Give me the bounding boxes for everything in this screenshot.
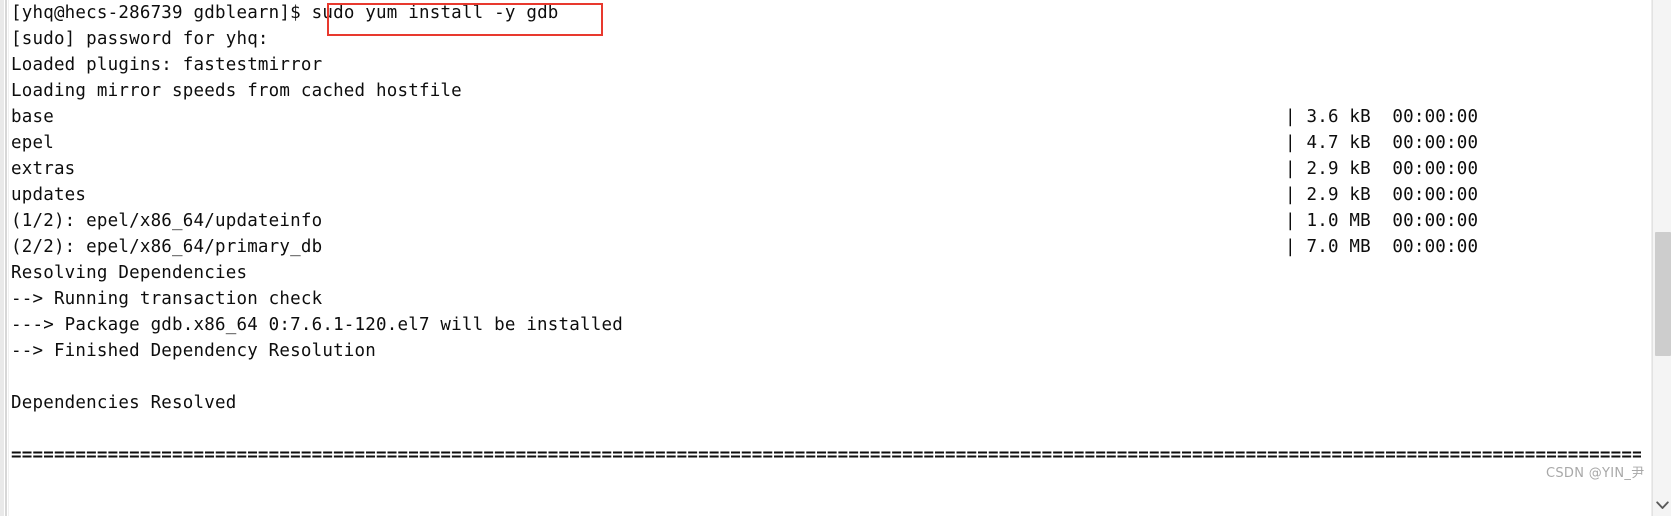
output-line-meta: | 3.6 kB 00:00:00 — [1285, 107, 1479, 127]
output-line-blank — [11, 416, 1641, 442]
chevron-down-icon — [1656, 500, 1669, 510]
terminal-screenshot: [yhq@hecs-286739 gdblearn]$ sudo yum ins… — [0, 0, 1671, 516]
output-line-text: epel — [11, 133, 54, 153]
output-line: ---> Package gdb.x86_64 0:7.6.1-120.el7 … — [11, 312, 1641, 338]
typed-command: sudo yum install -y gdb — [311, 3, 559, 23]
scrollbar-thumb[interactable] — [1655, 232, 1671, 356]
output-line: (1/2): epel/x86_64/updateinfo | 1.0 MB 0… — [11, 208, 1641, 234]
output-line-text: Dependencies Resolved — [11, 393, 237, 413]
output-line: --> Running transaction check — [11, 286, 1641, 312]
left-gutter-inner — [5, 0, 7, 516]
prompt-and-command: [yhq@hecs-286739 gdblearn]$ sudo yum ins… — [11, 0, 559, 26]
output-line-meta: | 1.0 MB 00:00:00 — [1285, 211, 1479, 231]
output-line-text: --> Finished Dependency Resolution — [11, 341, 377, 361]
output-line-meta: | 2.9 kB 00:00:00 — [1285, 159, 1479, 179]
output-line-text: base — [11, 107, 54, 127]
output-line: (2/2): epel/x86_64/primary_db | 7.0 MB 0… — [11, 234, 1641, 260]
output-line-text: updates — [11, 185, 87, 205]
output-line: Loaded plugins: fastestmirror — [11, 52, 1641, 78]
output-line-text: (2/2): epel/x86_64/primary_db — [11, 237, 323, 257]
output-line-meta: | 4.7 kB 00:00:00 — [1285, 133, 1479, 153]
output-line-text: (1/2): epel/x86_64/updateinfo — [11, 211, 323, 231]
output-line: base | 3.6 kB 00:00:00 — [11, 104, 1641, 130]
output-line: extras | 2.9 kB 00:00:00 — [11, 156, 1641, 182]
output-line: [sudo] password for yhq: — [11, 26, 1641, 52]
prompt-line: [yhq@hecs-286739 gdblearn]$ sudo yum ins… — [11, 0, 1641, 26]
output-line-text: Loading mirror speeds from cached hostfi… — [11, 81, 462, 101]
shell-prompt: [yhq@hecs-286739 gdblearn]$ — [11, 3, 312, 23]
separator-line: ========================================… — [11, 445, 1641, 465]
output-line-text: ---> Package gdb.x86_64 0:7.6.1-120.el7 … — [11, 315, 623, 335]
output-line: --> Finished Dependency Resolution — [11, 338, 1641, 364]
output-line: Loading mirror speeds from cached hostfi… — [11, 78, 1641, 104]
left-gutter-edge — [8, 0, 9, 516]
left-gutter-outer — [0, 0, 4, 516]
output-line: epel | 4.7 kB 00:00:00 — [11, 130, 1641, 156]
output-line: updates | 2.9 kB 00:00:00 — [11, 182, 1641, 208]
output-line-text: extras — [11, 159, 76, 179]
output-line-text: [sudo] password for yhq: — [11, 29, 269, 49]
watermark-text: CSDN @YIN_尹 — [1546, 466, 1645, 481]
terminal-output[interactable]: [yhq@hecs-286739 gdblearn]$ sudo yum ins… — [11, 0, 1641, 516]
scrollbar-down-button[interactable] — [1653, 494, 1671, 516]
output-line: Resolving Dependencies — [11, 260, 1641, 286]
output-line-blank — [11, 364, 1641, 390]
output-line-text: Resolving Dependencies — [11, 263, 248, 283]
output-line-text: Loaded plugins: fastestmirror — [11, 55, 323, 75]
vertical-scrollbar[interactable] — [1652, 0, 1671, 516]
output-line-text: --> Running transaction check — [11, 289, 323, 309]
output-line-meta: | 2.9 kB 00:00:00 — [1285, 185, 1479, 205]
output-line: Dependencies Resolved — [11, 390, 1641, 416]
output-line-meta: | 7.0 MB 00:00:00 — [1285, 237, 1479, 257]
